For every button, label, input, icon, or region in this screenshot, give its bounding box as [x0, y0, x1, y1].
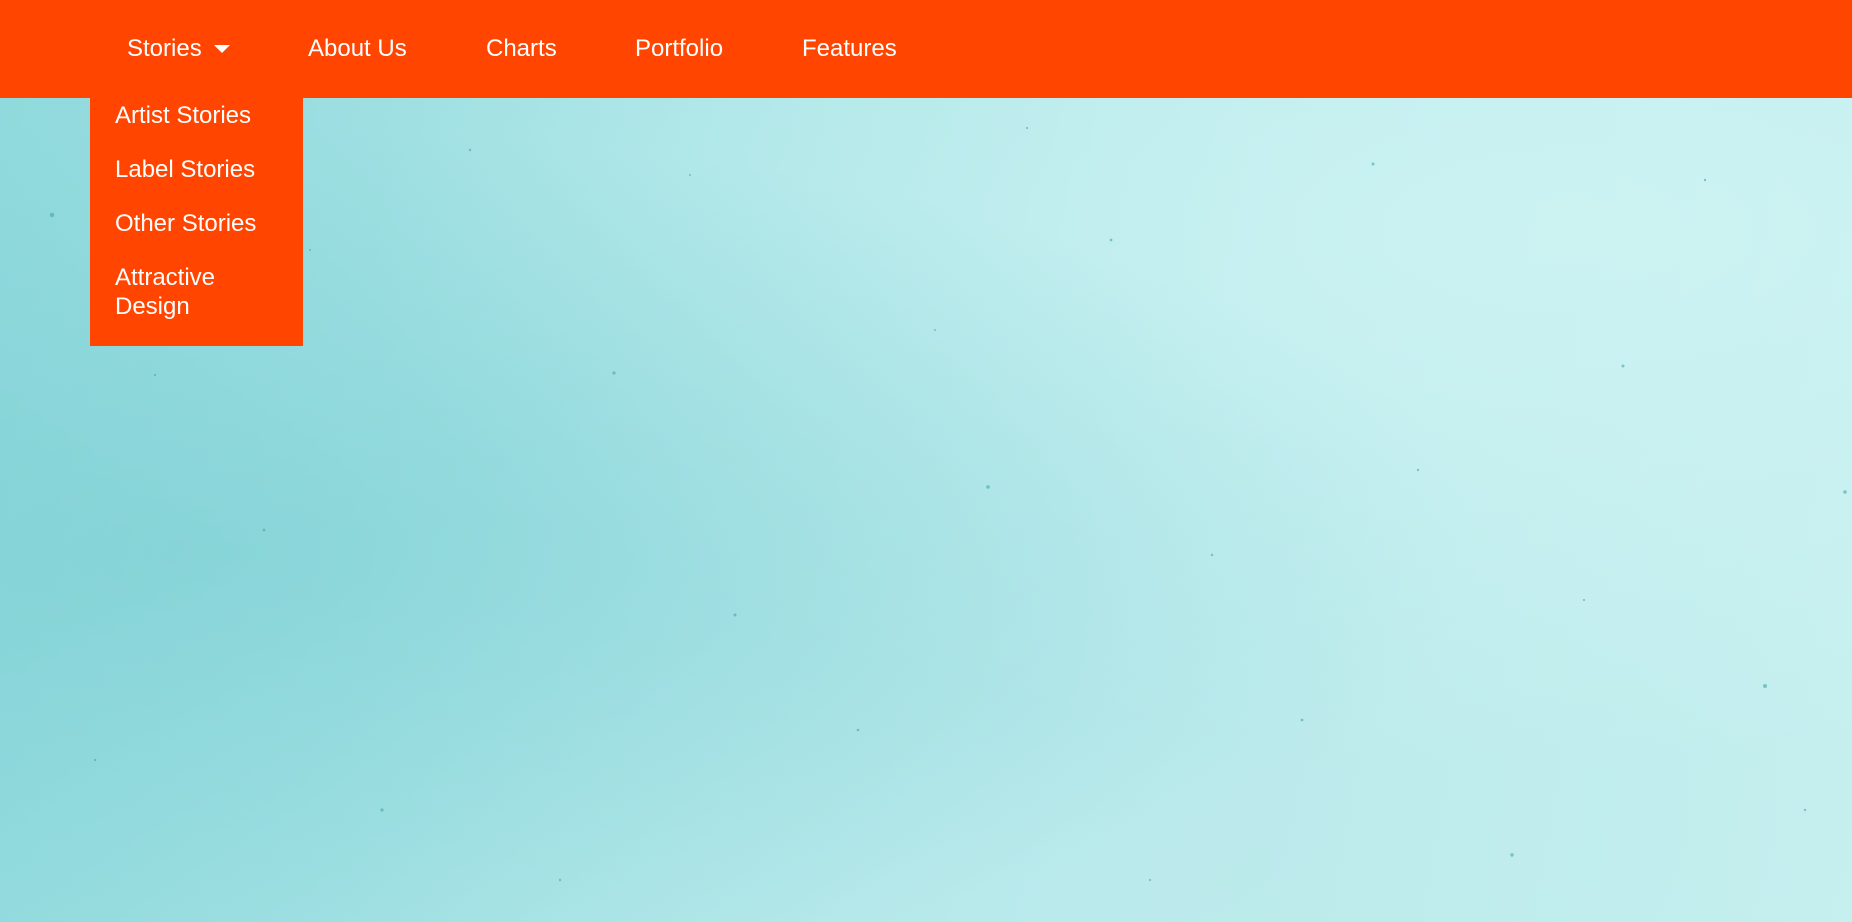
dropdown-item-attractive-design[interactable]: Attractive Design: [115, 263, 245, 321]
nav-item-charts[interactable]: Charts: [486, 0, 557, 98]
nav-item-stories-label: Stories: [127, 35, 202, 62]
nav-item-about-us[interactable]: About Us: [308, 0, 407, 98]
nav-item-stories[interactable]: Stories: [127, 0, 230, 98]
page-background: Stories About Us Charts Portfolio Featur…: [0, 0, 1852, 922]
stories-dropdown-menu: Artist Stories Label Stories Other Stori…: [90, 98, 303, 346]
dropdown-item-artist-stories[interactable]: Artist Stories: [115, 101, 295, 130]
dropdown-item-other-stories[interactable]: Other Stories: [115, 209, 295, 238]
caret-down-icon: [213, 44, 230, 53]
nav-item-features[interactable]: Features: [802, 0, 897, 98]
dropdown-item-label-stories[interactable]: Label Stories: [115, 155, 295, 184]
top-navbar: Stories About Us Charts Portfolio Featur…: [0, 0, 1852, 98]
nav-item-portfolio[interactable]: Portfolio: [635, 0, 723, 98]
